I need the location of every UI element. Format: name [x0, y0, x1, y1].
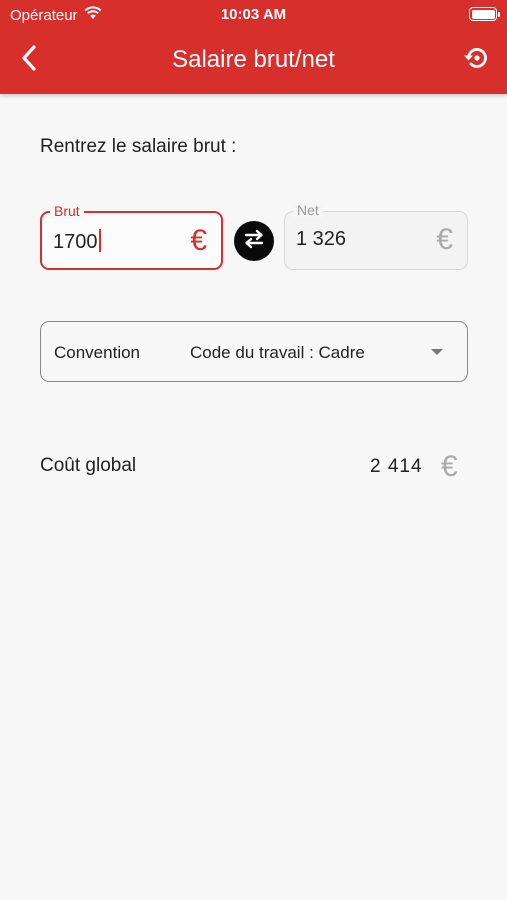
- brut-value-wrap: 1700: [53, 229, 101, 254]
- global-cost-value: 2 414: [370, 456, 423, 477]
- dropdown-arrow-icon: [431, 349, 443, 355]
- swap-button[interactable]: [234, 221, 274, 261]
- convention-value: Code du travail : Cadre: [190, 343, 365, 362]
- brut-value: 1700: [53, 231, 98, 253]
- global-cost-label: Coût global: [40, 455, 137, 476]
- battery-icon: [469, 7, 500, 21]
- page-title: Salaire brut/net: [172, 46, 335, 73]
- text-caret: [98, 229, 101, 252]
- convention-select[interactable]: Convention Code du travail : Cadre: [40, 321, 468, 382]
- brut-input[interactable]: Brut 1700 €: [40, 203, 223, 270]
- status-time: 10:03 AM: [220, 6, 287, 23]
- brut-label: Brut: [50, 203, 84, 219]
- history-reset-icon: [462, 44, 490, 77]
- app-header: Opérateur 10:03 AM Salaire brut/net: [0, 0, 507, 94]
- euro-icon: €: [436, 223, 453, 256]
- swap-arrows-icon: [242, 228, 266, 255]
- input-prompt: Rentrez le salaire brut :: [40, 136, 237, 157]
- net-input[interactable]: Net 1 326 €: [284, 202, 468, 270]
- nav-bar: Salaire brut/net: [0, 36, 507, 86]
- net-label: Net: [293, 202, 323, 218]
- euro-icon: €: [441, 450, 458, 483]
- reset-button[interactable]: [459, 44, 493, 76]
- convention-label: Convention: [54, 343, 141, 362]
- euro-icon: €: [190, 224, 207, 257]
- net-value: 1 326: [296, 228, 347, 250]
- status-bar: Opérateur 10:03 AM: [0, 0, 507, 28]
